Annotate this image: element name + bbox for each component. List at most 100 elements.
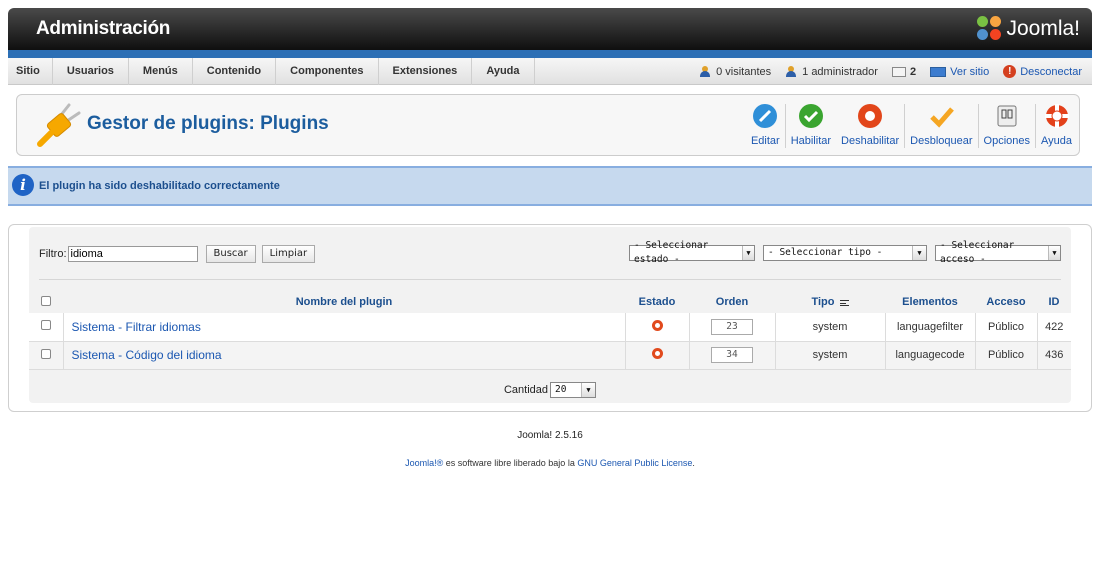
chevron-down-icon: ▼ <box>1047 246 1060 260</box>
info-icon: i <box>12 174 34 196</box>
version-text: Joomla! 2.5.16 <box>517 430 583 441</box>
admins-count: 1 administrador <box>802 65 878 78</box>
plugin-icon <box>37 103 81 147</box>
license-text: Joomla!® es software libre liberado bajo… <box>0 458 1100 468</box>
enable-label: Habilitar <box>790 135 832 147</box>
menu-item-componentes[interactable]: Componentes <box>276 58 379 85</box>
chevron-down-icon: ▼ <box>741 246 754 260</box>
options-button[interactable]: Opciones <box>979 99 1035 153</box>
limit-select[interactable]: 20 ▼ <box>550 382 597 398</box>
license-suffix: . <box>692 458 695 468</box>
filter-selects: - Seleccionar estado - ▼ - Seleccionar t… <box>629 240 1061 265</box>
screen-icon <box>930 66 947 77</box>
plugin-type: system <box>775 341 886 370</box>
messages-status[interactable]: 2 <box>891 65 917 78</box>
disabled-status-icon[interactable] <box>651 348 663 359</box>
checkin-button[interactable]: Desbloquear <box>905 99 977 153</box>
type-select-value: - Seleccionar tipo - <box>768 247 883 258</box>
menu-item-extensiones[interactable]: Extensiones <box>379 58 473 85</box>
search-button[interactable]: Buscar <box>205 245 256 263</box>
menu-item-contenido[interactable]: Contenido <box>193 58 277 85</box>
col-access-header[interactable]: Acceso <box>975 291 1037 313</box>
disable-button[interactable]: Deshabilitar <box>836 99 904 153</box>
check-circle-icon <box>798 104 823 128</box>
help-button[interactable]: Ayuda <box>1036 99 1077 153</box>
plugin-name-link[interactable]: Sistema - Código del idioma <box>63 341 626 370</box>
access-select[interactable]: - Seleccionar acceso - ▼ <box>935 240 1061 265</box>
plugin-name-link[interactable]: Sistema - Filtrar idiomas <box>63 313 626 342</box>
logout-link[interactable]: ! Desconectar <box>1003 65 1082 78</box>
logout-icon: ! <box>1003 65 1017 78</box>
row-checkbox[interactable] <box>40 320 51 331</box>
type-select[interactable]: - Seleccionar tipo - ▼ <box>763 245 927 261</box>
header-accent-bar <box>8 50 1092 58</box>
edit-button[interactable]: Editar <box>746 99 785 153</box>
disable-circle-icon <box>858 104 883 128</box>
enable-button[interactable]: Habilitar <box>786 99 836 153</box>
limit-select-value: 20 <box>555 384 567 395</box>
logout-label[interactable]: Desconectar <box>1020 66 1082 78</box>
gpl-link[interactable]: GNU General Public License <box>577 458 692 468</box>
plugins-form: Filtro: Buscar Limpiar - Seleccionar est… <box>29 227 1071 403</box>
plugins-table: Nombre del plugin Estado Orden Tipo Elem… <box>29 291 1071 370</box>
plugins-panel: Filtro: Buscar Limpiar - Seleccionar est… <box>8 224 1092 412</box>
col-status-header[interactable]: Estado <box>625 291 689 313</box>
filter-bar: Filtro: Buscar Limpiar <box>39 245 321 263</box>
clear-button[interactable]: Limpiar <box>261 245 316 263</box>
select-all-checkbox[interactable] <box>41 295 51 306</box>
toolbar-box: Gestor de plugins: Plugins Editar Habili… <box>16 94 1080 156</box>
plugin-id: 422 <box>1037 313 1071 342</box>
order-input[interactable]: 23 <box>711 318 753 335</box>
visitors-status: 0 visitantes <box>699 66 771 78</box>
col-element-header[interactable]: Elementos <box>885 291 975 313</box>
view-site-label[interactable]: Ver sitio <box>950 66 989 78</box>
joomla-link[interactable]: Joomla!® <box>405 458 443 468</box>
menu-item-usuarios[interactable]: Usuarios <box>53 58 129 85</box>
plugin-id: 436 <box>1037 341 1071 370</box>
col-id-header[interactable]: ID <box>1037 291 1071 313</box>
menu-item-ayuda[interactable]: Ayuda <box>472 58 535 85</box>
pagination-bar: Cantidad 20 ▼ <box>29 377 1071 403</box>
checkin-label: Desbloquear <box>910 135 973 147</box>
col-order-header[interactable]: Orden <box>689 291 775 313</box>
table-row: Sistema - Código del idioma 34 system la… <box>29 341 1071 370</box>
toolbar-buttons: Editar Habilitar Deshabilitar Desbloquea… <box>746 99 1077 153</box>
filter-search-input[interactable] <box>67 246 198 262</box>
checkmark-icon <box>930 107 955 128</box>
plugin-element: languagecode <box>885 341 976 370</box>
access-select-value: - Seleccionar acceso - <box>940 240 1015 265</box>
edit-label: Editar <box>750 135 780 147</box>
pencil-icon <box>753 104 778 128</box>
visitors-icon <box>699 66 712 77</box>
col-type-header[interactable]: Tipo <box>775 291 885 313</box>
limit-label: Cantidad <box>503 384 549 396</box>
admin-header: Administración Joomla! <box>8 8 1092 50</box>
table-header-row: Nombre del plugin Estado Orden Tipo Elem… <box>29 291 1071 313</box>
admins-status: 1 administrador <box>785 66 878 78</box>
main-menu: Sitio Usuarios Menús Contenido Component… <box>8 58 1092 85</box>
plugin-access: Público <box>975 341 1038 370</box>
messages-icon <box>891 66 906 77</box>
row-checkbox[interactable] <box>40 348 51 359</box>
license-middle: es software libre liberado bajo la <box>443 458 578 468</box>
chevron-down-icon: ▼ <box>912 246 926 260</box>
help-label: Ayuda <box>1041 135 1072 147</box>
joomla-logo-icon <box>977 16 1003 42</box>
messages-count: 2 <box>909 65 917 78</box>
status-select[interactable]: - Seleccionar estado - ▼ <box>629 240 755 265</box>
page-title: Gestor de plugins: Plugins <box>87 113 329 134</box>
disabled-status-icon[interactable] <box>651 319 663 331</box>
options-icon <box>997 105 1017 127</box>
menu-item-sitio[interactable]: Sitio <box>8 58 53 85</box>
menu-item-menus[interactable]: Menús <box>129 58 193 85</box>
admins-icon <box>785 66 798 77</box>
view-site-link[interactable]: Ver sitio <box>930 66 989 78</box>
lifebuoy-icon <box>1044 104 1069 128</box>
visitors-count: 0 visitantes <box>716 65 772 78</box>
plugin-access: Público <box>975 313 1038 342</box>
table-row: Sistema - Filtrar idiomas 23 system lang… <box>29 313 1071 342</box>
joomla-logo-text: Joomla! <box>1006 17 1080 40</box>
order-input[interactable]: 34 <box>711 347 753 363</box>
col-name-header[interactable]: Nombre del plugin <box>63 291 625 313</box>
message-text: El plugin ha sido deshabilitado correcta… <box>39 180 280 192</box>
